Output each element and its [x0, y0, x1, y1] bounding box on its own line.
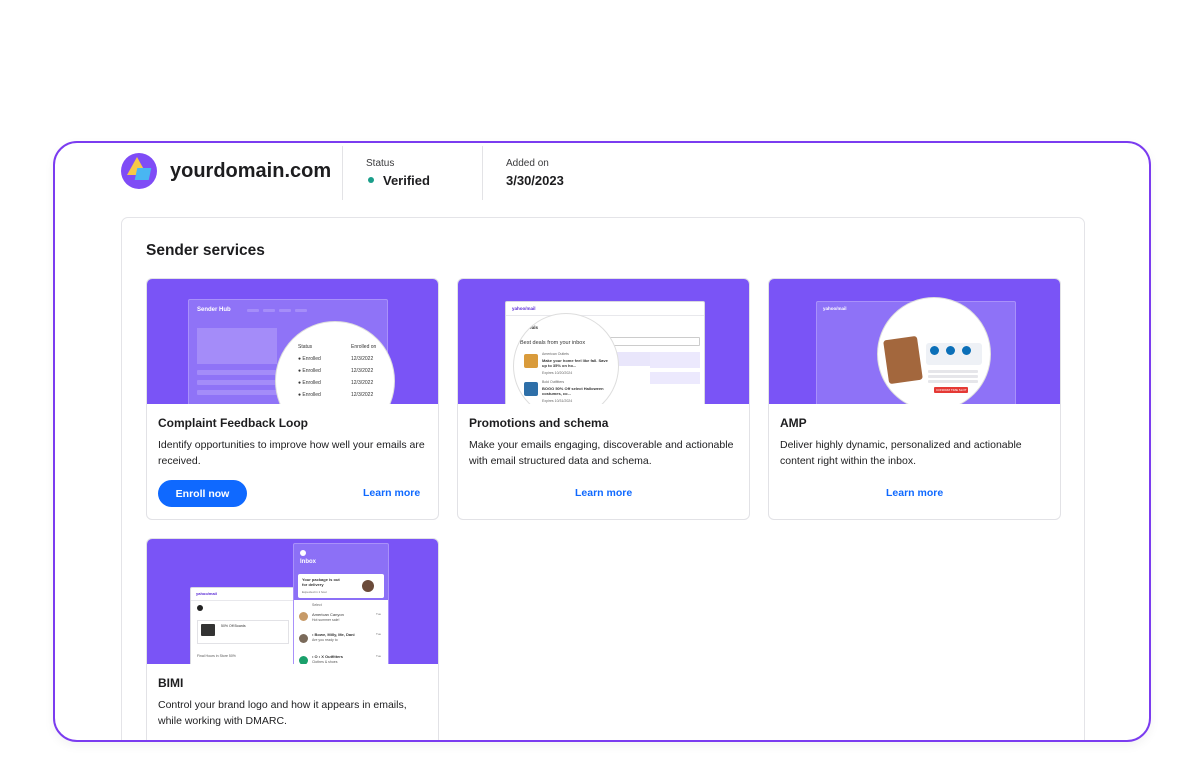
deals-heading: Best deals from your inbox	[520, 340, 586, 346]
card-promotions-and-schema: yahoo/mail Deals Best deals from your in…	[457, 278, 750, 520]
added-on-label: Added on	[506, 158, 549, 169]
sender-services-panel: Sender services Sender Hub Status Enroll…	[121, 217, 1085, 740]
magnified-amp-email: CONFIRM TIME SLOT	[877, 297, 991, 404]
card-bimi: yahoo/mail 50% Off Boards Final Hours in…	[146, 538, 439, 740]
header-divider	[342, 146, 343, 200]
domain-panel-frame: yourdomain.com Status Verified Added on …	[53, 141, 1151, 742]
inbox-title: Inbox	[300, 559, 316, 565]
enroll-now-button[interactable]: Enroll now	[158, 480, 247, 507]
card-description: Identify opportunities to improve how we…	[158, 439, 425, 467]
card-complaint-feedback-loop: Sender Hub Status Enrolled on ● Enrolled…	[146, 278, 439, 520]
card-description: Control your brand logo and how it appea…	[158, 699, 407, 727]
card-illustration: yahoo/mail 50% Off Boards Final Hours in…	[147, 539, 438, 664]
status-label: Status	[366, 158, 395, 169]
learn-more-link[interactable]: Learn more	[886, 487, 943, 499]
card-title: Promotions and schema	[469, 416, 609, 430]
domain-logo-icon	[121, 153, 157, 189]
mail-brand: yahoo/mail	[512, 306, 536, 311]
added-on-value: 3/30/2023	[506, 173, 564, 188]
col-enrolled-on: Enrolled on	[351, 344, 377, 350]
inbox-panel: Inbox Your package is out for delivery E…	[293, 543, 389, 664]
sender-hub-brand: Sender Hub	[197, 307, 231, 313]
domain-name: yourdomain.com	[170, 160, 332, 182]
card-amp: yahoo/mail CONFIRM TIME SLOT AMP Deliver…	[768, 278, 1061, 520]
status-indicator-icon	[368, 177, 374, 183]
card-title: Complaint Feedback Loop	[158, 416, 309, 430]
domain-header: yourdomain.com Status Verified Added on …	[55, 143, 1149, 213]
card-description: Deliver highly dynamic, personalized and…	[780, 439, 1022, 467]
status-value: Verified	[368, 173, 430, 188]
col-status: Status	[298, 344, 313, 350]
card-illustration: yahoo/mail Deals Best deals from your in…	[458, 279, 749, 404]
learn-more-link[interactable]: Learn more	[575, 487, 632, 499]
section-title: Sender services	[146, 242, 265, 259]
amp-cta: CONFIRM TIME SLOT	[936, 388, 967, 392]
learn-more-link[interactable]: Learn more	[363, 487, 420, 499]
card-description: Make your emails engaging, discoverable …	[469, 439, 734, 467]
card-title: AMP	[780, 416, 807, 430]
card-illustration: yahoo/mail CONFIRM TIME SLOT	[769, 279, 1060, 404]
mail-brand: yahoo/mail	[196, 591, 217, 596]
card-illustration: Sender Hub Status Enrolled on ● Enrolled…	[147, 279, 438, 404]
header-divider	[482, 146, 483, 200]
card-title: BIMI	[158, 676, 184, 690]
mail-window: yahoo/mail 50% Off Boards Final Hours in…	[190, 587, 295, 664]
mail-brand: yahoo/mail	[823, 306, 847, 311]
status-text: Verified	[383, 173, 430, 188]
